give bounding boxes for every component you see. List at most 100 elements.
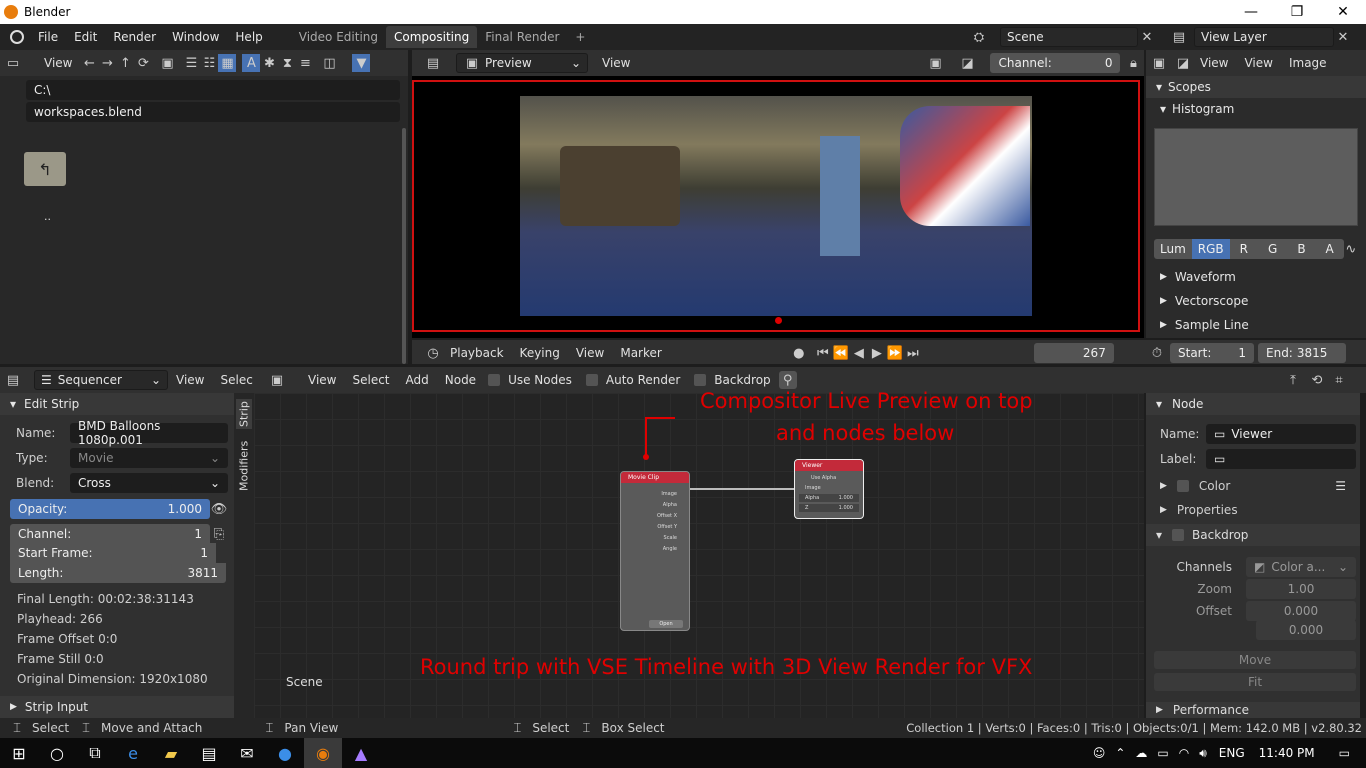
sequencer-select-menu[interactable]: Selec — [212, 373, 252, 387]
firefox-icon[interactable]: ● — [266, 738, 304, 768]
zoom-field[interactable]: 1.00 — [1246, 579, 1356, 599]
preview-mode-dropdown[interactable]: ▣ Preview ⌄ — [456, 53, 588, 73]
histogram-section[interactable]: ▾ Histogram — [1146, 98, 1366, 120]
histogram-graph[interactable] — [1154, 128, 1358, 226]
node-node-menu[interactable]: Node — [437, 373, 484, 387]
record-icon[interactable]: ● — [790, 344, 808, 362]
scene-icon[interactable]: ⛭ — [970, 28, 988, 46]
marker-menu[interactable]: Marker — [612, 346, 669, 360]
movieclip-node[interactable]: Movie Clip Image Alpha Offset X Offset Y… — [620, 471, 690, 631]
backdrop-checkbox[interactable] — [694, 374, 707, 386]
add-workspace-button[interactable]: + — [567, 26, 593, 48]
sample-line-section[interactable]: ▶ Sample Line — [1160, 314, 1249, 336]
vectorscope-section[interactable]: ▶ Vectorscope — [1160, 290, 1248, 312]
tab-modifiers[interactable]: Modifiers — [236, 439, 252, 493]
clock[interactable]: 11:40 PM — [1259, 746, 1315, 760]
display-thumbnails-icon[interactable]: ▦ — [218, 54, 237, 72]
notification-icon[interactable]: ▭ — [1339, 746, 1350, 760]
scene-selector[interactable]: Scene — [1000, 27, 1138, 47]
preview-view-menu[interactable]: View — [594, 56, 638, 70]
play-reverse-icon[interactable]: ◀ — [850, 344, 868, 362]
tab-strip[interactable]: Strip — [236, 399, 252, 429]
waveform-section[interactable]: ▶ Waveform — [1160, 266, 1236, 288]
scopes-title[interactable]: ▾ Scopes — [1146, 76, 1366, 98]
display-channels-icon[interactable]: ◪ — [958, 54, 976, 72]
channel-strip-field[interactable]: Channel: 1 — [10, 524, 210, 544]
store-icon[interactable]: ▤ — [190, 738, 228, 768]
eye-icon[interactable]: 👁︎ — [210, 500, 228, 518]
lock-icon[interactable]: 🔒︎ — [1124, 54, 1142, 72]
node-section-title[interactable]: ▾ Node — [1146, 393, 1360, 415]
start-frame-strip-field[interactable]: Start Frame: 1 — [10, 543, 216, 563]
menu-render[interactable]: Render — [105, 30, 164, 44]
use-alpha-checkbox[interactable]: Use Alpha — [795, 471, 863, 481]
next-keyframe-icon[interactable]: ⏩ — [886, 344, 904, 362]
blend-dropdown[interactable]: Cross ⌄ — [70, 473, 228, 493]
menu-window[interactable]: Window — [164, 30, 227, 44]
parent-folder-icon[interactable]: ↰ — [24, 152, 66, 186]
lock-icon[interactable]: ⎘ — [210, 525, 228, 543]
parent-node-icon[interactable]: ⤒ — [1284, 371, 1302, 389]
windows-start-icon[interactable]: ⊞ — [0, 738, 38, 768]
channel-r-button[interactable]: R — [1229, 239, 1258, 259]
stopwatch-icon[interactable]: ⏱ — [1148, 344, 1166, 362]
display-list-icon[interactable]: ☰ — [182, 54, 200, 72]
jump-start-icon[interactable]: ⏮ — [814, 344, 832, 362]
battery-icon[interactable]: ▭ — [1157, 746, 1168, 760]
overlay-icon[interactable]: ▣ — [926, 54, 944, 72]
scopes-view-menu[interactable]: View — [1236, 56, 1280, 70]
view-mode-icon[interactable]: ◪ — [1174, 54, 1192, 72]
display-detail-icon[interactable]: ☷ — [200, 54, 218, 72]
alpha-input-field[interactable]: Alpha 1.000 — [799, 494, 859, 502]
timeline-editor-icon[interactable]: ◷ — [424, 344, 442, 362]
parent-directory-icon[interactable]: ↑ — [116, 54, 134, 72]
sort-alpha-icon[interactable]: A — [242, 54, 261, 72]
auto-render-checkbox[interactable] — [585, 374, 598, 386]
color-checkbox[interactable] — [1176, 480, 1189, 492]
channel-field[interactable]: Channel: 0 — [990, 53, 1121, 73]
file-explorer-icon[interactable]: ▰ — [152, 738, 190, 768]
jump-end-icon[interactable]: ⏭ — [904, 344, 922, 362]
maximize-button[interactable]: ❐ — [1274, 0, 1320, 24]
wifi-icon[interactable]: ◠ — [1179, 746, 1189, 760]
sequencer-view-menu[interactable]: View — [168, 373, 212, 387]
cloud-icon[interactable]: ☁ — [1135, 746, 1147, 760]
minimize-button[interactable]: — — [1228, 0, 1274, 24]
affinity-icon[interactable]: ▲ — [342, 738, 380, 768]
close-icon[interactable]: ✕ — [1334, 28, 1352, 46]
tab-compositing[interactable]: Compositing — [386, 26, 478, 48]
hidden-files-icon[interactable]: ◫ — [320, 54, 338, 72]
prev-keyframe-icon[interactable]: ⏪ — [832, 344, 850, 362]
move-button[interactable]: Move — [1154, 651, 1356, 669]
timeline-view-menu[interactable]: View — [568, 346, 612, 360]
sort-time-icon[interactable]: ⧗ — [278, 54, 296, 72]
blender-taskbar-icon[interactable]: ◉ — [304, 738, 342, 768]
length-field[interactable]: Length: 3811 — [10, 563, 226, 583]
performance-section[interactable]: ▶ Performance — [1146, 702, 1360, 718]
tray-chevron-up-icon[interactable]: ⌃ — [1115, 746, 1125, 760]
scopes-view-dropdown[interactable]: View — [1192, 56, 1236, 70]
search-icon[interactable]: ○ — [38, 738, 76, 768]
channels-dropdown[interactable]: ◩ Color a... ⌄ — [1246, 557, 1356, 577]
tab-final-render[interactable]: Final Render — [477, 26, 567, 48]
list-icon[interactable]: ☰ — [1335, 479, 1346, 493]
offset-x-field[interactable]: 0.000 — [1246, 601, 1356, 621]
opacity-slider[interactable]: Opacity: 1.000 — [10, 499, 210, 519]
refresh-icon[interactable]: ⟳ — [134, 54, 152, 72]
color-section[interactable]: ▶ Color ☰ — [1160, 479, 1356, 493]
filename-field[interactable]: workspaces.blend — [26, 102, 400, 122]
people-icon[interactable]: ☺ — [1093, 746, 1106, 760]
directory-path-field[interactable]: C:\ — [26, 80, 400, 100]
properties-section[interactable]: ▶ Properties — [1160, 503, 1238, 517]
sequencer-editor-icon[interactable]: ▤ — [424, 54, 442, 72]
sequencer-mode-dropdown[interactable]: ☰ Sequencer ⌄ — [34, 370, 168, 390]
menu-file[interactable]: File — [30, 30, 66, 44]
menu-edit[interactable]: Edit — [66, 30, 105, 44]
arrow-left-icon[interactable]: ← — [80, 54, 98, 72]
log-scale-icon[interactable]: ∿ — [1344, 240, 1358, 258]
z-input-field[interactable]: Z 1.000 — [799, 504, 859, 512]
tab-video-editing[interactable]: Video Editing — [291, 26, 386, 48]
channel-a-button[interactable]: A — [1315, 239, 1344, 259]
close-button[interactable]: ✕ — [1320, 0, 1366, 24]
node-view-menu[interactable]: View — [300, 373, 344, 387]
